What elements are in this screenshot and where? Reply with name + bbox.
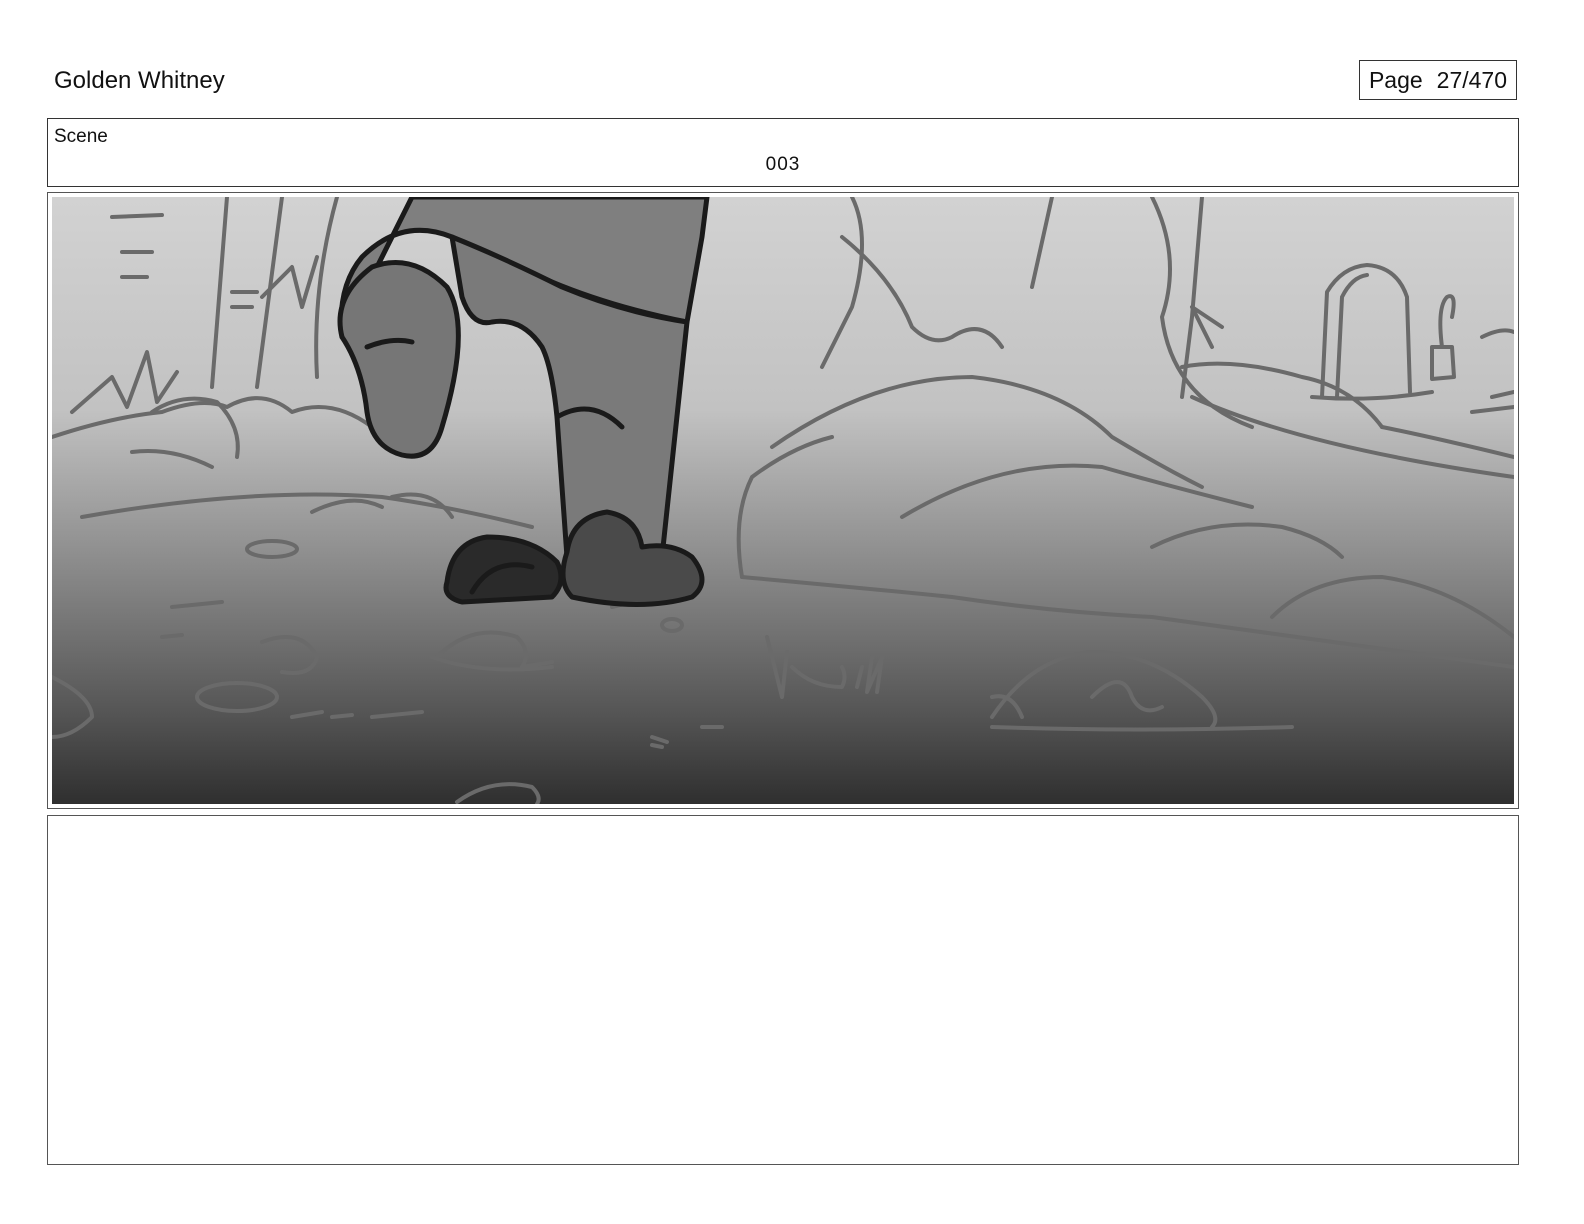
storyboard-panel (47, 192, 1519, 809)
page-label: Page (1368, 66, 1423, 93)
scene-label: Scene (54, 126, 108, 147)
scene-number: 003 (765, 154, 801, 175)
page-number: 27/470 (1436, 66, 1508, 93)
page-indicator: Page 27/470 (1359, 60, 1517, 100)
panel-notes-box (47, 815, 1519, 1165)
panel-sketch-image (52, 197, 1514, 804)
scene-header: Scene 003 (47, 118, 1519, 187)
project-title: Golden Whitney (54, 67, 225, 94)
